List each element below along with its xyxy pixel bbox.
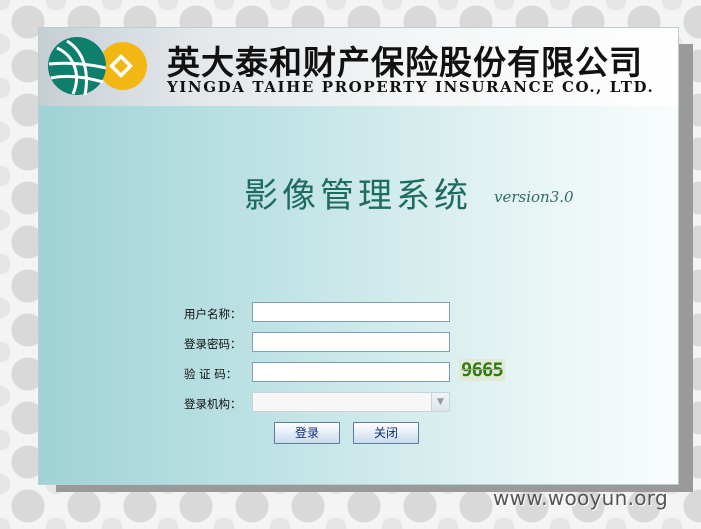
close-button[interactable]: 关闭 — [353, 422, 419, 444]
login-button[interactable]: 登录 — [274, 422, 340, 444]
globe-coin-logo-icon — [48, 37, 147, 96]
password-label: 登录密码： — [184, 337, 242, 351]
company-name-en: YINGDA TAIHE PROPERTY INSURANCE CO., LTD… — [167, 78, 655, 96]
username-label: 用户名称： — [184, 307, 242, 321]
captcha-label: 验 证 码： — [184, 367, 238, 381]
login-panel: 英大泰和财产保险股份有限公司 YINGDA TAIHE PROPERTY INS… — [38, 27, 679, 485]
password-input[interactable] — [252, 332, 450, 352]
company-banner: 英大泰和财产保险股份有限公司 YINGDA TAIHE PROPERTY INS… — [39, 28, 678, 106]
username-input[interactable] — [252, 302, 450, 322]
watermark-text: www.wooyun.org — [493, 486, 668, 510]
org-label: 登录机构： — [184, 397, 242, 411]
company-name-cn: 英大泰和财产保险股份有限公司 — [167, 43, 643, 82]
org-select[interactable]: ▼ — [252, 392, 450, 412]
version-label: version3.0 — [494, 188, 574, 206]
system-title: 影像管理系统 — [244, 176, 472, 216]
captcha-input[interactable] — [252, 362, 450, 382]
captcha-image[interactable]: 9665 — [459, 359, 505, 381]
chevron-down-icon[interactable]: ▼ — [431, 393, 449, 411]
